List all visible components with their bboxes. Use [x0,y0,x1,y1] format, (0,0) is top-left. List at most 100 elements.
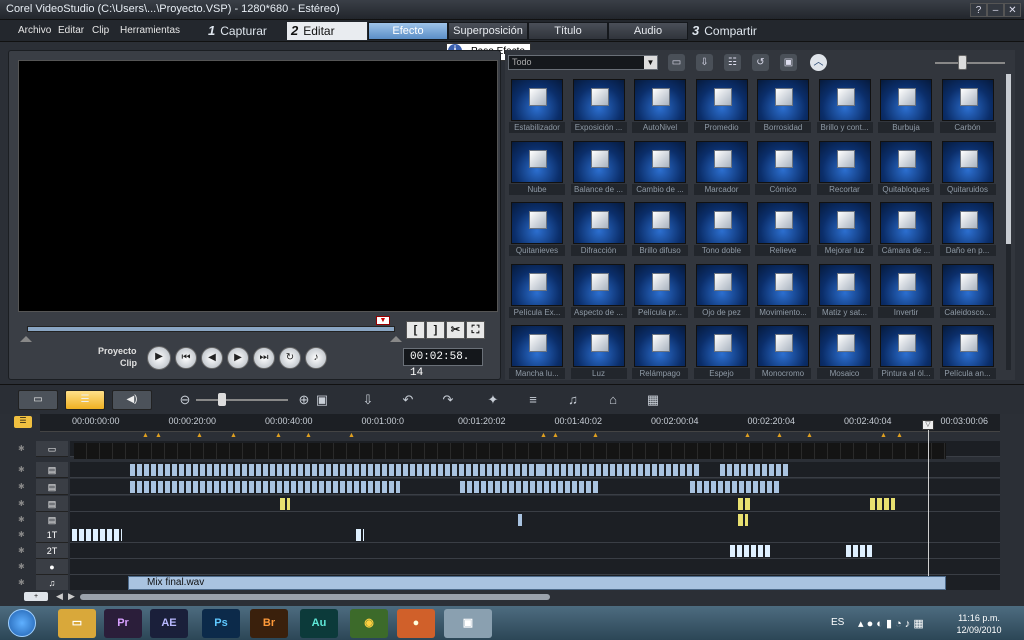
chapter-marker-icon[interactable]: ▲ [880,432,887,439]
timeline-track[interactable] [70,496,1000,512]
effect-thumbnail[interactable]: Caleidosco... [939,263,996,318]
effect-thumbnail[interactable]: Cambio de ... [632,140,688,195]
timecode-display[interactable]: 00:02:58. 14 [403,348,483,379]
timeline-scrollbar[interactable] [80,594,550,600]
effect-thumbnail[interactable]: Quitanieves [509,202,565,256]
effect-thumbnail[interactable]: Monocromo [755,325,811,379]
scroll-right-icon[interactable]: ▶ [68,591,75,602]
track-visibility-icon[interactable]: ✱ [18,465,28,475]
overlay-clip[interactable] [518,514,522,526]
tab-audio[interactable]: Audio [608,22,688,40]
mode-proyecto[interactable]: Proyecto [98,346,137,356]
zoom-slider[interactable] [196,399,288,401]
record-capture-icon[interactable]: ✦ [483,391,503,409]
effect-thumbnail[interactable]: Película Ex... [509,263,565,318]
overlay-clip[interactable] [720,464,790,476]
chapter-marker-icon[interactable]: ▲ [196,432,203,439]
insert-media-icon[interactable]: ⇩ [358,391,378,409]
language-indicator[interactable]: ES [831,617,844,628]
redo-icon[interactable]: ↷ [438,391,458,409]
effect-thumbnail[interactable]: Quitaruidos [939,140,996,195]
playhead-handle-icon[interactable]: ▽ [922,420,934,430]
effect-thumbnail[interactable]: Exposición ... [570,79,627,133]
effect-thumbnail[interactable]: Película pr... [632,263,688,318]
effect-thumbnail[interactable]: Carbón [939,79,996,133]
taskbar-app-photoshop[interactable]: Ps [202,609,240,638]
effect-thumbnail[interactable]: Pintura al ól... [878,325,934,379]
track-visibility-icon[interactable]: ✱ [18,499,28,509]
import-icon[interactable]: ⇩ [696,54,713,71]
effect-thumbnail[interactable]: Movimiento... [755,263,811,318]
overlay-clip[interactable] [356,529,364,541]
menu-editar[interactable]: Editar [58,25,84,36]
track-visibility-icon[interactable]: ✱ [18,444,28,454]
library-scrollbar-thumb[interactable] [1006,74,1011,244]
thumb-size-slider[interactable] [935,62,1005,64]
step-compartir[interactable]: 3 Compartir [688,22,770,40]
mixer-icon[interactable]: ≡ [523,391,543,409]
timeline-track[interactable] [70,559,1000,575]
chapter-marker-icon[interactable]: ▲ [305,432,312,439]
chapter-marker-icon[interactable]: ▲ [155,432,162,439]
collapse-icon[interactable]: ︿ [810,54,827,71]
chapter-marker-icon[interactable]: ▲ [348,432,355,439]
fit-project-icon[interactable]: ▣ [312,391,332,409]
track-visibility-icon[interactable]: ✱ [18,562,28,572]
taskbar-app-aftereffects[interactable]: AE [150,609,188,638]
home-icon[interactable]: ⏮ [175,347,197,369]
refresh-icon[interactable]: ↺ [752,54,769,71]
scissors-icon[interactable]: ✂ [446,321,465,339]
trim-end-icon[interactable] [390,336,402,342]
effect-thumbnail[interactable]: Cómico [755,140,811,195]
clock[interactable]: 11:16 p.m. 12/09/2010 [955,612,1003,636]
effect-thumbnail[interactable]: Brillo y cont... [816,79,873,133]
menu-archivo[interactable]: Archivo [18,25,51,36]
track-icon[interactable]: ▤ [36,512,68,528]
prev-frame-icon[interactable]: ◀ [201,347,223,369]
track-visibility-icon[interactable]: ✱ [18,546,28,556]
tab-efecto[interactable]: Efecto [368,22,448,40]
overlay-clip[interactable] [846,545,872,557]
mode-clip[interactable]: Clip [120,358,137,368]
overlay-clip[interactable] [460,481,600,493]
overlay-clip[interactable] [738,514,748,526]
folder-icon[interactable]: ▭ [668,54,685,71]
firefox-icon[interactable]: ● [397,609,435,638]
overlay-clip[interactable] [130,481,400,493]
video-track-clips[interactable] [74,443,946,459]
timeline-view-button[interactable]: ☰ [65,390,105,410]
scroll-left-icon[interactable]: ◀ [56,591,63,602]
effect-thumbnail[interactable]: Aspecto de ... [570,263,627,318]
effect-thumbnail[interactable]: Marcador [693,140,750,195]
track-visibility-icon[interactable]: ✱ [18,578,28,588]
mark-in-button[interactable]: [ [406,321,425,339]
chapter-marker-icon[interactable]: ▲ [896,432,903,439]
effect-thumbnail[interactable]: Cámara de ... [878,202,934,256]
track-icon[interactable]: 2T [36,543,68,559]
tab-superposicion[interactable]: Superposición [448,22,528,40]
effect-thumbnail[interactable]: Invertir [878,263,934,318]
audio-view-button[interactable]: ◀) [112,390,152,410]
effect-thumbnail[interactable]: Matiz y sat... [816,263,873,318]
overlay-clip[interactable] [130,464,540,476]
overlay-clip[interactable] [540,464,700,476]
effect-thumbnail[interactable]: Mosaico [816,325,873,379]
close-button[interactable]: ✕ [1004,3,1021,17]
slider-handle[interactable] [958,55,967,70]
step-capturar[interactable]: 1 Capturar [204,22,284,40]
effect-thumbnail[interactable]: Película an... [939,325,996,379]
enlarge-icon[interactable]: ⛶ [466,321,485,339]
effect-thumbnail[interactable]: Tono doble [693,202,750,256]
effect-thumbnail[interactable]: Promedio [693,79,750,133]
auto-music-icon[interactable]: ♫ [563,391,583,409]
overlay-clip[interactable] [730,545,770,557]
overlay-clip[interactable] [738,498,750,510]
effect-thumbnail[interactable]: Recortar [816,140,873,195]
options-icon[interactable]: ☷ [724,54,741,71]
menu-herramientas[interactable]: Herramientas [120,25,180,36]
motion-track-icon[interactable]: ⌂ [603,391,623,409]
explorer-icon[interactable]: ▭ [58,609,96,638]
track-icon[interactable]: 1T [36,527,68,543]
help-button[interactable]: ? [970,3,987,17]
track-icon[interactable]: ▭ [36,441,68,457]
